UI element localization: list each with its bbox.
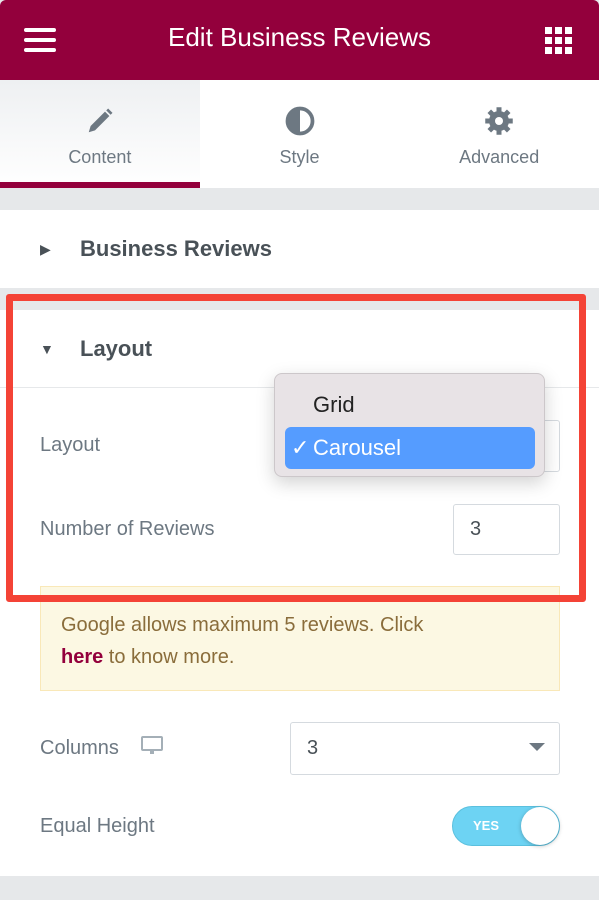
section-title: Layout	[80, 335, 153, 361]
pencil-icon	[0, 106, 200, 136]
tab-bar: Content Style Advanced	[0, 80, 599, 188]
tab-style[interactable]: Style	[200, 80, 400, 188]
notice-text: Google allows maximum 5 reviews. Click	[61, 614, 424, 636]
select-value: 3	[307, 737, 319, 759]
columns-select[interactable]: 3	[290, 722, 560, 775]
notice-text: to know more.	[103, 646, 235, 668]
num-reviews-input[interactable]: 3	[453, 504, 560, 555]
dropdown-option-carousel[interactable]: ✓ Carousel	[285, 427, 535, 469]
field-label: Columns	[40, 736, 119, 759]
chevron-down-icon	[529, 743, 545, 751]
desktop-icon[interactable]	[140, 735, 163, 761]
panel-header: Edit Business Reviews	[0, 0, 599, 80]
toggle-knob	[521, 807, 559, 845]
checkmark-icon: ✓	[291, 435, 310, 460]
half-circle-icon	[200, 106, 400, 136]
section-header[interactable]: ▶ Business Reviews	[0, 210, 599, 288]
page-title: Edit Business Reviews	[168, 22, 431, 52]
tab-label: Content	[68, 147, 132, 167]
option-label: Carousel	[313, 435, 402, 460]
tab-label: Advanced	[459, 147, 540, 167]
tab-advanced[interactable]: Advanced	[399, 80, 599, 188]
equal-height-toggle[interactable]: YES	[452, 806, 560, 846]
toggle-label: YES	[473, 818, 500, 833]
notice-box: Google allows maximum 5 reviews. Click h…	[40, 586, 560, 691]
section-title: Business Reviews	[80, 236, 272, 261]
tab-label: Style	[279, 147, 320, 167]
caret-down-icon: ▼	[40, 340, 54, 357]
grid-icon[interactable]	[545, 27, 572, 54]
dropdown-option-grid[interactable]: Grid	[285, 384, 535, 426]
option-label: Grid	[313, 392, 355, 417]
field-label: Equal Height	[40, 814, 155, 837]
section-business-reviews: ▶ Business Reviews	[0, 210, 599, 288]
layout-dropdown-menu: Grid ✓ Carousel	[274, 373, 545, 477]
notice-link[interactable]: here	[61, 646, 103, 668]
tab-content[interactable]: Content	[0, 80, 200, 188]
gear-icon	[399, 106, 599, 136]
field-label: Number of Reviews	[40, 517, 215, 540]
caret-right-icon: ▶	[40, 240, 51, 257]
field-label: Layout	[40, 433, 101, 456]
